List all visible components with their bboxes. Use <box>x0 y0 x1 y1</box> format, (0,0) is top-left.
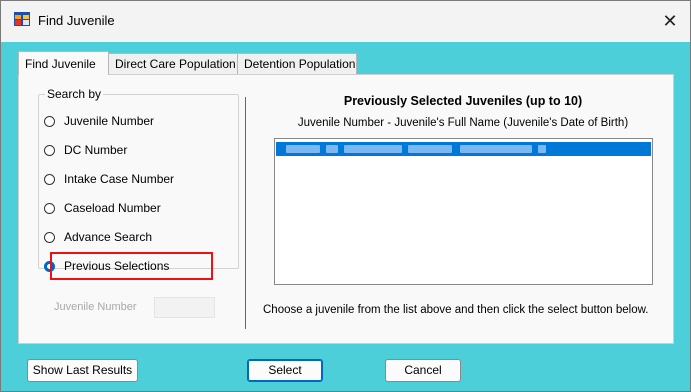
select-button[interactable]: Select <box>247 359 323 382</box>
list-item-selected[interactable] <box>276 142 651 156</box>
tab-find-juvenile[interactable]: Find Juvenile <box>18 51 109 75</box>
tab-direct-care-population[interactable]: Direct Care Population <box>108 53 238 74</box>
window-title: Find Juvenile <box>38 13 115 28</box>
instructions-text: Choose a juvenile from the list above an… <box>263 304 649 316</box>
radio-advance-search[interactable]: Advance Search <box>44 227 152 247</box>
radio-button[interactable] <box>44 231 55 243</box>
title-bar: Find Juvenile ✕ <box>1 1 690 42</box>
show-last-results-button[interactable]: Show Last Results <box>27 359 138 382</box>
radio-button[interactable] <box>44 173 55 185</box>
radio-label: DC Number <box>64 143 128 157</box>
radio-dc-number[interactable]: DC Number <box>44 140 127 160</box>
tab-detention-population[interactable]: Detention Population <box>237 53 357 74</box>
highlight-annotation <box>50 252 213 280</box>
radio-juvenile-number[interactable]: Juvenile Number <box>44 111 154 131</box>
redacted-text <box>326 145 338 153</box>
radio-label: Caseload Number <box>64 201 161 215</box>
redacted-text <box>538 145 546 153</box>
radio-caseload-number[interactable]: Caseload Number <box>44 198 161 218</box>
previous-selections-subtitle: Juvenile Number - Juvenile's Full Name (… <box>297 117 629 129</box>
radio-label: Juvenile Number <box>64 114 155 128</box>
cancel-button[interactable]: Cancel <box>385 359 461 382</box>
radio-label: Advance Search <box>64 230 153 244</box>
close-button[interactable]: ✕ <box>650 1 690 42</box>
radio-button[interactable] <box>44 202 55 214</box>
search-by-legend: Search by <box>45 87 104 101</box>
redacted-text <box>460 145 532 153</box>
redacted-text <box>344 145 402 153</box>
radio-button[interactable] <box>44 115 55 127</box>
app-form-icon <box>14 12 30 26</box>
juvenile-number-input[interactable] <box>154 297 215 318</box>
vertical-separator <box>245 97 246 329</box>
previous-selections-title: Previously Selected Juveniles (up to 10) <box>343 94 583 108</box>
redacted-text <box>286 145 320 153</box>
previous-juveniles-listbox[interactable] <box>274 138 653 285</box>
find-juvenile-window: Find Juvenile ✕ Find Juvenile Direct Car… <box>0 0 691 392</box>
juvenile-number-label: Juvenile Number <box>54 301 137 313</box>
find-juvenile-panel: Search by Juvenile Number DC Number Inta… <box>18 74 674 344</box>
radio-button[interactable] <box>44 144 55 156</box>
radio-label: Intake Case Number <box>64 172 175 186</box>
redacted-text <box>408 145 452 153</box>
radio-intake-case-number[interactable]: Intake Case Number <box>44 169 174 189</box>
